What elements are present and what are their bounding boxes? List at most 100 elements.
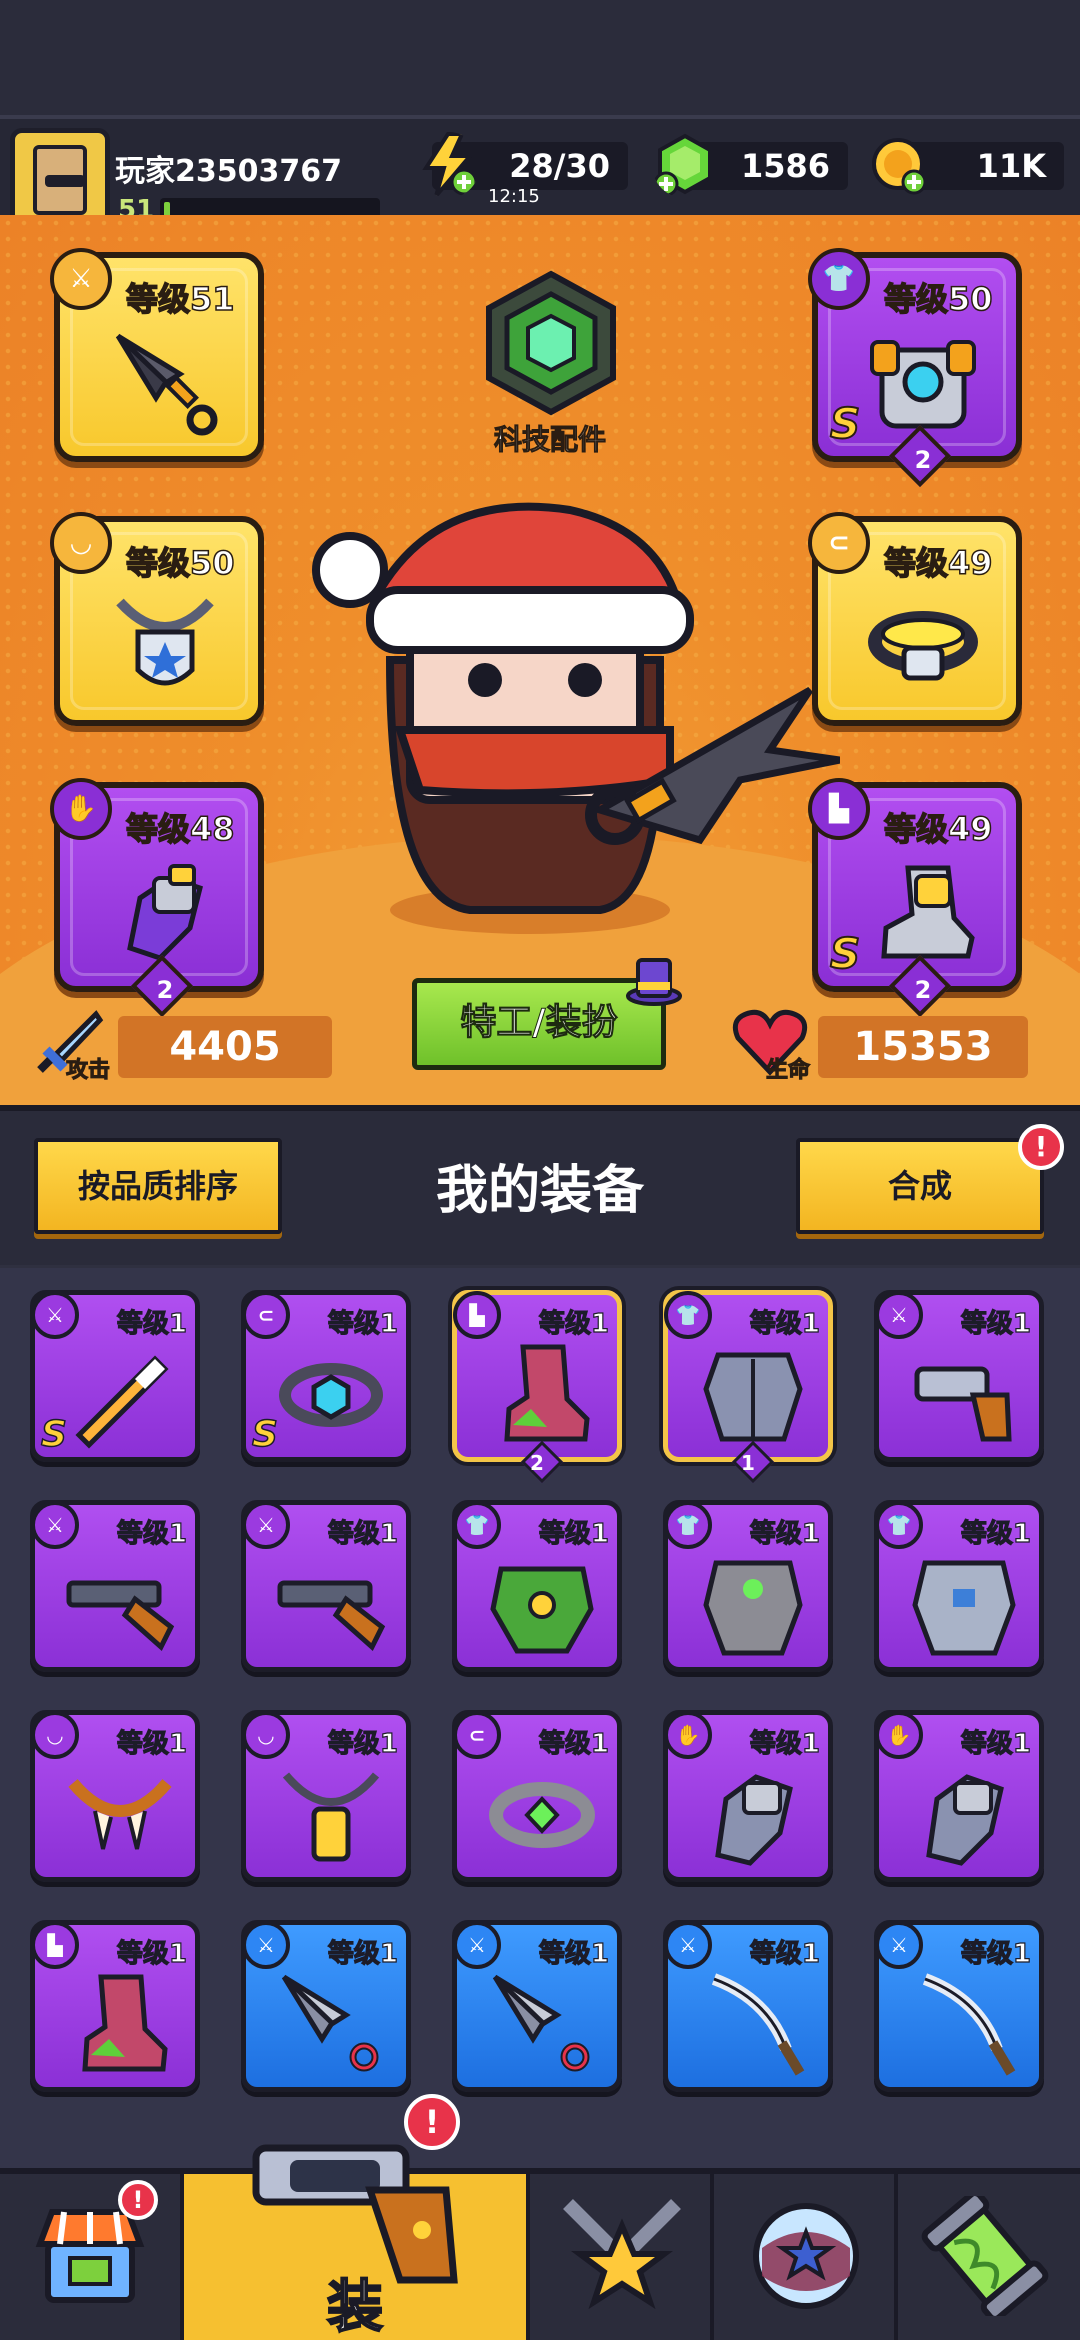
equipped-boots-slot[interactable]: ▙ 等级49 S 2: [808, 778, 1022, 1018]
shotgun-icon: [66, 1580, 175, 1652]
boots-icon: [504, 1344, 590, 1442]
item-level: 等级1: [538, 1518, 609, 1549]
item-level: 等级1: [327, 1308, 398, 1339]
equipped-level: 等级51: [125, 279, 235, 319]
slot-type-icon: ◡: [31, 1711, 79, 1759]
dna-capsule-icon: [921, 2196, 1049, 2316]
equipped-armor-slot[interactable]: 👕 等级50 S 2: [808, 248, 1022, 488]
slot-type-icon: ⚔: [875, 1291, 923, 1339]
armor-slot-icon: 👕: [808, 248, 870, 310]
lantern-necklace-icon: [282, 1772, 380, 1862]
inventory-item[interactable]: 👕 等级1: [663, 1500, 833, 1672]
item-level: 等级1: [327, 1728, 398, 1759]
grade-badge: S: [829, 928, 861, 979]
item-level: 等级1: [327, 1518, 398, 1549]
equipped-weapon-slot[interactable]: ⚔ 等级51: [50, 248, 264, 462]
slot-type-icon: 👕: [453, 1501, 501, 1549]
inventory-item[interactable]: ▙ 等级1: [30, 1920, 200, 2092]
armor-icon: [703, 1352, 803, 1442]
inventory-item[interactable]: ⚔ 等级1: [874, 1920, 1044, 2092]
slot-type-icon: ⊂: [453, 1711, 501, 1759]
inventory-item[interactable]: ⚔ 等级1 S: [30, 1290, 200, 1462]
inventory-item[interactable]: ⊂ 等级1: [452, 1710, 622, 1882]
energy-bolt-icon[interactable]: [418, 132, 480, 198]
inventory-item[interactable]: 👕 等级1 1: [663, 1290, 833, 1484]
slot-type-icon: ⊂: [242, 1291, 290, 1339]
inventory-item[interactable]: ⚔ 等级1: [452, 1920, 622, 2092]
slot-type-icon: ⚔: [242, 1501, 290, 1549]
equipped-level: 等级50: [125, 543, 235, 583]
grade-badge: S: [251, 1413, 278, 1456]
kunai-icon: [492, 1974, 590, 2072]
inventory-item[interactable]: ⊂ 等级1 S: [241, 1290, 411, 1462]
top-hat-icon: [626, 958, 682, 1006]
item-level: 等级1: [960, 1938, 1031, 1969]
inventory-item[interactable]: 👕 等级1: [874, 1500, 1044, 1672]
inventory-item[interactable]: ⚔ 等级1: [663, 1920, 833, 2092]
kunai-icon: [115, 333, 218, 436]
belt-icon: [868, 611, 978, 681]
gauntlet-icon: [715, 1774, 793, 1866]
inventory-title: 我的装备: [435, 1161, 644, 1221]
player-name: 玩家23503767: [115, 154, 342, 189]
inventory-item[interactable]: ⚔ 等级1: [241, 1920, 411, 2092]
item-level: 等级1: [327, 1938, 398, 1969]
item-level: 等级1: [538, 1728, 609, 1759]
merge-button[interactable]: 合成: [796, 1138, 1044, 1234]
inventory-item[interactable]: ⚔ 等级1: [30, 1500, 200, 1672]
tech-parts-icon[interactable]: [478, 270, 624, 416]
boots-slot-icon: ▙: [808, 778, 870, 840]
slot-type-icon: 👕: [664, 1291, 712, 1339]
energy-timer: 12:15: [488, 186, 540, 207]
item-level: 等级1: [960, 1728, 1031, 1759]
grade-badge: S: [40, 1413, 67, 1456]
katana-icon: [922, 1973, 1016, 2076]
leaf-armor-icon: [490, 1566, 594, 1654]
equipped-necklace-slot[interactable]: ◡ 等级50: [50, 512, 264, 726]
item-level: 等级1: [538, 1308, 609, 1339]
belt-slot-icon: ⊂: [808, 512, 870, 574]
star-count: 2: [914, 976, 932, 1004]
player-avatar[interactable]: [10, 128, 110, 228]
slot-type-icon: ⚔: [875, 1921, 923, 1969]
item-level: 等级1: [749, 1728, 820, 1759]
equipped-gloves-slot[interactable]: ✋ 等级48 2: [50, 778, 264, 1018]
gem-icon[interactable]: [652, 132, 718, 198]
fang-necklace-icon: [68, 1779, 172, 1850]
boots-icon: [881, 865, 975, 959]
grade-badge: S: [829, 398, 861, 449]
inventory-item[interactable]: ✋ 等级1: [874, 1710, 1044, 1882]
item-level: 等级1: [116, 1518, 187, 1549]
inventory-item[interactable]: ✋ 等级1: [663, 1710, 833, 1882]
kunai-icon: [281, 1974, 379, 2072]
inventory-item[interactable]: ◡ 等级1: [30, 1710, 200, 1882]
slot-type-icon: ✋: [875, 1711, 923, 1759]
necklace-slot-icon: ◡: [50, 512, 112, 574]
attack-label: 攻击: [65, 1058, 111, 1084]
equipment-alert-badge: !: [404, 2094, 460, 2150]
merge-alert-badge: !: [1018, 1124, 1064, 1170]
inventory-item[interactable]: ◡ 等级1: [241, 1710, 411, 1882]
equipped-level: 等级49: [883, 543, 993, 583]
inventory-item[interactable]: 👕 等级1: [452, 1500, 622, 1672]
inventory-item[interactable]: ⚔ 等级1: [241, 1500, 411, 1672]
inventory-item[interactable]: ⚔ 等级1: [874, 1290, 1044, 1462]
item-level: 等级1: [749, 1938, 820, 1969]
slot-type-icon: ✋: [664, 1711, 712, 1759]
star-count: 2: [156, 976, 174, 1004]
gauntlet-icon: [127, 864, 203, 961]
shop-alert-badge: !: [118, 2180, 158, 2220]
equipped-belt-slot[interactable]: ⊂ 等级49: [808, 512, 1022, 726]
coin-icon[interactable]: [868, 134, 934, 200]
item-level: 等级1: [749, 1308, 820, 1339]
health-value: 15353: [818, 1016, 1028, 1078]
inventory-item[interactable]: ▙ 等级1 2: [452, 1290, 622, 1484]
slot-type-icon: 👕: [875, 1501, 923, 1549]
boots-icon: [82, 1974, 168, 2072]
weapon-slot-icon: ⚔: [50, 248, 112, 310]
tech-parts-label: 科技配件: [493, 423, 606, 457]
belt-icon: [279, 1363, 383, 1427]
sort-by-quality-button[interactable]: 按品质排序: [34, 1138, 282, 1234]
item-level: 等级1: [116, 1728, 187, 1759]
shield-necklace-icon: [116, 598, 214, 686]
